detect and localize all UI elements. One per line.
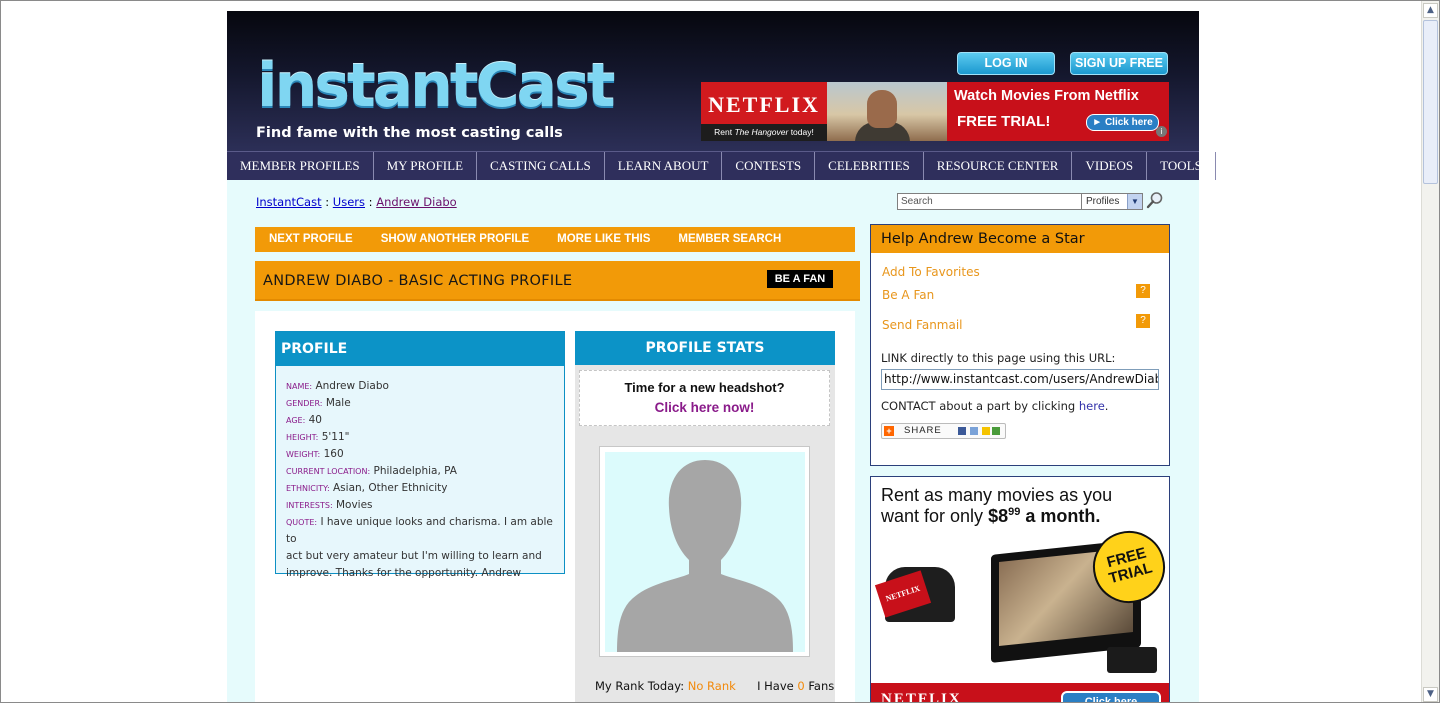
- settop-box-image: [1107, 647, 1157, 673]
- headshot-promo: Time for a new headshot? Click here now!: [579, 370, 830, 426]
- ad-footer: NETFLIX Click here: [871, 683, 1169, 703]
- be-a-fan-link[interactable]: Be A Fan: [882, 288, 934, 302]
- profile-field: Height: 5'11": [286, 431, 350, 443]
- nav-videos[interactable]: VIDEOS: [1072, 152, 1148, 180]
- more-like-this-link[interactable]: MORE LIKE THIS: [543, 227, 664, 252]
- site-tagline: Find fame with the most casting calls: [256, 125, 563, 141]
- profile-content: PROFILE Name: Andrew Diabo Gender: Male …: [255, 311, 855, 702]
- show-another-profile-link[interactable]: SHOW ANOTHER PROFILE: [367, 227, 543, 252]
- ad-line-1: Rent as many movies as you: [881, 485, 1113, 505]
- site-header: instantCast Find fame with the most cast…: [227, 11, 1199, 151]
- help-question-icon[interactable]: ?: [1136, 284, 1150, 298]
- breadcrumb: InstantCast : Users : Andrew Diabo: [256, 195, 457, 209]
- ad-click-button[interactable]: Click here: [1061, 691, 1161, 702]
- share-button[interactable]: + SHARE: [881, 423, 1006, 439]
- vertical-scrollbar[interactable]: ▲ ▼: [1421, 1, 1439, 702]
- breadcrumb-users[interactable]: Users: [333, 195, 365, 209]
- social-icon: [992, 427, 1000, 435]
- nav-learn-about[interactable]: LEARN ABOUT: [605, 152, 723, 180]
- help-panel: Help Andrew Become a Star Add To Favorit…: [870, 224, 1170, 466]
- nav-my-profile[interactable]: MY PROFILE: [374, 152, 478, 180]
- netflix-headline: Watch Movies From Netflix: [954, 88, 1139, 104]
- profile-quote-line: act but very amateur but I'm willing to …: [286, 550, 542, 562]
- profile-quote-line: improve. Thanks for the opportunity. And…: [286, 567, 522, 579]
- scroll-up-icon[interactable]: ▲: [1423, 3, 1438, 18]
- nav-resource-center[interactable]: RESOURCE CENTER: [924, 152, 1073, 180]
- headshot-question: Time for a new headshot?: [624, 380, 785, 395]
- scroll-down-icon[interactable]: ▼: [1423, 687, 1438, 702]
- headshot-cta-link[interactable]: Click here now!: [580, 400, 829, 415]
- delicious-icon: [958, 427, 966, 435]
- send-fanmail-link[interactable]: Send Fanmail: [882, 318, 963, 332]
- nav-celebrities[interactable]: CELEBRITIES: [815, 152, 924, 180]
- profile-details: Name: Andrew Diabo Gender: Male Age: 40 …: [276, 366, 564, 582]
- profile-title-bar: ANDREW DIABO - BASIC ACTING PROFILE BE A…: [255, 261, 860, 301]
- profile-heading: PROFILE: [276, 332, 564, 366]
- profile-field: Ethnicity: Asian, Other Ethnicity: [286, 482, 448, 494]
- nav-tools[interactable]: TOOLS: [1147, 152, 1216, 180]
- contact-here-link[interactable]: here: [1079, 399, 1105, 413]
- ad-line-2: want for only $899 a month.: [881, 506, 1101, 526]
- social-icon: [982, 427, 990, 435]
- browser-viewport: instantCast Find fame with the most cast…: [0, 0, 1440, 703]
- profile-field: Weight: 160: [286, 448, 344, 460]
- chevron-down-icon[interactable]: ▼: [1127, 194, 1142, 209]
- netflix-logo: NETFLIX: [881, 691, 962, 703]
- profile-field: Age: 40: [286, 414, 322, 426]
- site-logo[interactable]: instantCast: [257, 51, 615, 121]
- nav-blog[interactable]: BLOG: [1216, 152, 1277, 180]
- info-icon[interactable]: i: [1156, 126, 1167, 137]
- nav-member-profiles[interactable]: MEMBER PROFILES: [227, 152, 374, 180]
- netflix-banner-ad[interactable]: NETFLIX Rent The Hangover today! Watch M…: [701, 82, 1169, 141]
- rank-value: No Rank: [687, 679, 736, 693]
- profile-actions-bar: NEXT PROFILE SHOW ANOTHER PROFILE MORE L…: [255, 227, 855, 252]
- profile-quote: Quote: I have unique looks and charisma.…: [286, 516, 553, 545]
- signup-button[interactable]: SIGN UP FREE: [1070, 52, 1168, 75]
- stats-heading: PROFILE STATS: [575, 331, 835, 365]
- help-heading: Help Andrew Become a Star: [871, 225, 1169, 253]
- netflix-subline: FREE TRIAL!: [957, 113, 1051, 130]
- profile-field: Gender: Male: [286, 397, 351, 409]
- profile-panel: PROFILE Name: Andrew Diabo Gender: Male …: [275, 331, 565, 579]
- avatar-placeholder-icon: [605, 452, 805, 652]
- netflix-rent-text: Rent The Hangover today!: [701, 124, 827, 141]
- breadcrumb-current[interactable]: Andrew Diabo: [376, 195, 457, 209]
- breadcrumb-home[interactable]: InstantCast: [256, 195, 322, 209]
- profile-field: Interests: Movies: [286, 499, 373, 511]
- digg-icon: [970, 427, 978, 435]
- page-container: instantCast Find fame with the most cast…: [227, 11, 1264, 703]
- nav-casting-calls[interactable]: CASTING CALLS: [477, 152, 605, 180]
- profile-field: Name: Andrew Diabo: [286, 380, 389, 392]
- be-a-fan-button[interactable]: BE A FAN: [767, 270, 833, 288]
- rank-line: My Rank Today: No Rank I Have 0 Fans: [595, 679, 835, 693]
- main-nav: MEMBER PROFILES MY PROFILE CASTING CALLS…: [227, 151, 1264, 180]
- profile-field: Current Location: Philadelphia, PA: [286, 465, 457, 477]
- add-to-favorites-link[interactable]: Add To Favorites: [882, 265, 980, 279]
- profile-photo[interactable]: [599, 446, 810, 657]
- search-scope-select[interactable]: Profiles ▼: [1081, 193, 1143, 210]
- nav-contests[interactable]: CONTESTS: [722, 152, 816, 180]
- netflix-sidebar-ad[interactable]: Rent as many movies as you want for only…: [870, 476, 1170, 703]
- page-title: ANDREW DIABO - BASIC ACTING PROFILE: [263, 273, 573, 289]
- search-icon[interactable]: [1146, 191, 1164, 209]
- search-input[interactable]: Search: [897, 193, 1082, 210]
- netflix-logo: NETFLIX: [701, 82, 827, 127]
- ad-movie-image: [827, 82, 947, 141]
- contact-line: CONTACT about a part by clicking here.: [881, 399, 1109, 413]
- member-search-link[interactable]: MEMBER SEARCH: [664, 227, 795, 252]
- scrollbar-thumb[interactable]: [1423, 20, 1438, 184]
- link-label: LINK directly to this page using this UR…: [881, 351, 1116, 365]
- login-button[interactable]: LOG IN: [957, 52, 1055, 75]
- next-profile-link[interactable]: NEXT PROFILE: [255, 227, 367, 252]
- profile-stats-panel: PROFILE STATS Time for a new headshot? C…: [575, 331, 835, 702]
- fans-count: 0: [797, 679, 805, 693]
- help-question-icon[interactable]: ?: [1136, 314, 1150, 328]
- profile-url-field[interactable]: http://www.instantcast.com/users/AndrewD…: [881, 369, 1159, 390]
- plus-icon: +: [884, 426, 894, 436]
- netflix-click-button[interactable]: ► Click here: [1086, 114, 1159, 131]
